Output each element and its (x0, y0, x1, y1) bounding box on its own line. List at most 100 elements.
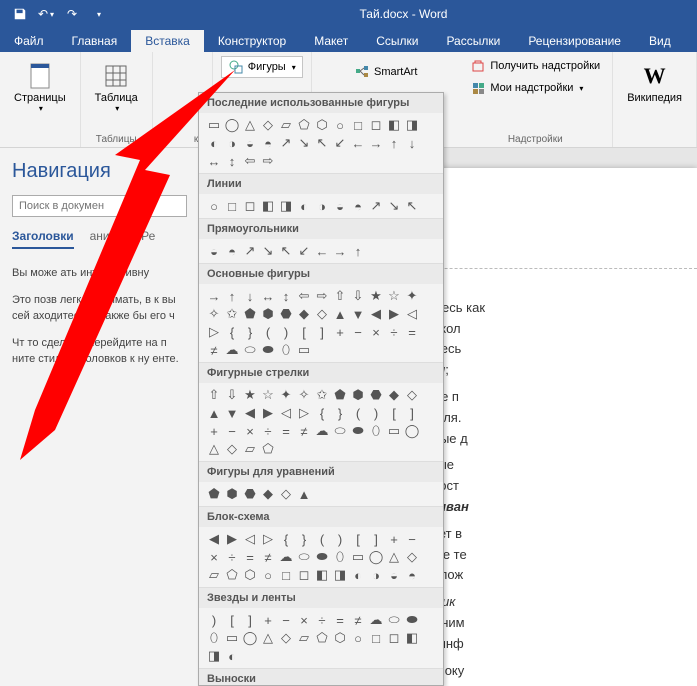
shape-item[interactable]: ◯ (241, 629, 259, 647)
shape-item[interactable]: [ (349, 530, 367, 548)
shape-item[interactable]: ▭ (205, 116, 223, 134)
shape-item[interactable]: ⇦ (241, 152, 259, 170)
nav-tab-results[interactable]: Ре (141, 229, 155, 249)
shape-item[interactable]: } (241, 323, 259, 341)
shape-item[interactable]: ✩ (223, 305, 241, 323)
table-button[interactable]: Таблица ▾ (89, 56, 144, 117)
shape-item[interactable]: ◇ (277, 629, 295, 647)
shape-item[interactable]: ⬬ (313, 548, 331, 566)
shape-item[interactable]: ↑ (223, 287, 241, 305)
shape-item[interactable]: ≠ (259, 548, 277, 566)
shape-item[interactable]: { (313, 404, 331, 422)
shape-item[interactable]: } (295, 530, 313, 548)
shape-item[interactable]: ⬠ (313, 629, 331, 647)
shape-item[interactable]: ↘ (295, 134, 313, 152)
shape-item[interactable]: ◻ (385, 629, 403, 647)
shape-item[interactable]: ↕ (277, 287, 295, 305)
shape-item[interactable]: ◀ (205, 530, 223, 548)
shape-item[interactable]: ▱ (205, 566, 223, 584)
shape-item[interactable]: ↙ (331, 134, 349, 152)
shape-item[interactable]: ⬭ (241, 341, 259, 359)
shape-item[interactable]: + (259, 611, 277, 629)
shape-item[interactable]: ÷ (313, 611, 331, 629)
shape-item[interactable]: ⬣ (241, 485, 259, 503)
shape-item[interactable]: − (403, 530, 421, 548)
shape-item[interactable]: ◓ (403, 566, 421, 584)
shape-item[interactable]: ◐ (295, 197, 313, 215)
shape-item[interactable]: ⬡ (313, 116, 331, 134)
shape-item[interactable]: ⬭ (295, 548, 313, 566)
shape-item[interactable]: ▱ (241, 440, 259, 458)
shape-item[interactable]: ◇ (403, 386, 421, 404)
shape-item[interactable]: ▭ (223, 629, 241, 647)
shape-item[interactable]: ◓ (223, 242, 241, 260)
shape-item[interactable]: ◒ (241, 134, 259, 152)
shape-item[interactable]: − (349, 323, 367, 341)
shape-item[interactable]: ✦ (403, 287, 421, 305)
shape-item[interactable]: ↔ (259, 287, 277, 305)
shape-item[interactable]: ☆ (259, 386, 277, 404)
shapes-button[interactable]: Фигуры ▾ (221, 56, 303, 78)
shape-item[interactable]: ⬣ (277, 305, 295, 323)
shape-item[interactable]: ▱ (295, 629, 313, 647)
shapes-dropdown[interactable]: Последние использованные фигуры▭◯△◇▱⬠⬡○□… (198, 92, 444, 686)
shape-item[interactable]: ◓ (259, 134, 277, 152)
shape-item[interactable]: ○ (205, 197, 223, 215)
shape-item[interactable]: ◨ (277, 197, 295, 215)
shape-item[interactable]: ≠ (349, 611, 367, 629)
shape-item[interactable]: ▷ (205, 323, 223, 341)
shape-item[interactable]: ◀ (241, 404, 259, 422)
nav-tab-headings[interactable]: Заголовки (12, 229, 74, 249)
shape-item[interactable]: ★ (241, 386, 259, 404)
shape-item[interactable]: ◨ (331, 566, 349, 584)
shape-item[interactable]: ⬠ (259, 440, 277, 458)
shape-item[interactable]: ↔ (205, 152, 223, 170)
shape-item[interactable]: ⬬ (259, 341, 277, 359)
tab-file[interactable]: Файл (0, 30, 58, 52)
shape-item[interactable]: ] (367, 530, 385, 548)
shape-item[interactable]: ☁ (367, 611, 385, 629)
redo-button[interactable]: ↷ (60, 2, 84, 26)
shape-item[interactable]: ★ (367, 287, 385, 305)
shape-item[interactable]: ↘ (385, 197, 403, 215)
shape-item[interactable]: ◯ (403, 422, 421, 440)
shape-item[interactable]: □ (367, 629, 385, 647)
shape-item[interactable]: ▶ (385, 305, 403, 323)
shape-item[interactable]: ↗ (277, 134, 295, 152)
shape-item[interactable]: ▷ (259, 530, 277, 548)
shape-item[interactable]: ◆ (385, 386, 403, 404)
shape-item[interactable]: ▲ (205, 404, 223, 422)
shape-item[interactable]: ☁ (277, 548, 295, 566)
shape-item[interactable]: ✧ (205, 305, 223, 323)
shape-item[interactable]: ÷ (259, 422, 277, 440)
shape-item[interactable]: ÷ (385, 323, 403, 341)
shape-item[interactable]: [ (223, 611, 241, 629)
shape-item[interactable]: ⇩ (223, 386, 241, 404)
shape-item[interactable]: ↖ (403, 197, 421, 215)
shape-item[interactable]: } (331, 404, 349, 422)
shape-item[interactable]: ⬯ (277, 341, 295, 359)
shape-item[interactable]: ▶ (259, 404, 277, 422)
shape-item[interactable]: ◁ (403, 305, 421, 323)
shape-item[interactable]: ( (349, 404, 367, 422)
shape-item[interactable]: ↙ (295, 242, 313, 260)
shape-item[interactable]: ◧ (313, 566, 331, 584)
shape-item[interactable]: ⬢ (349, 386, 367, 404)
shape-item[interactable]: ] (403, 404, 421, 422)
shape-item[interactable]: ◧ (259, 197, 277, 215)
shape-item[interactable]: ( (313, 530, 331, 548)
shape-item[interactable]: ◇ (259, 116, 277, 134)
shape-item[interactable]: ○ (349, 629, 367, 647)
undo-button[interactable]: ↶▾ (34, 2, 58, 26)
nav-search-input[interactable] (12, 195, 187, 217)
qat-customize-button[interactable]: ▾ (86, 2, 110, 26)
shape-item[interactable]: ✩ (313, 386, 331, 404)
shape-item[interactable]: ⬢ (223, 485, 241, 503)
shape-item[interactable]: ▷ (295, 404, 313, 422)
shape-item[interactable]: ⬢ (259, 305, 277, 323)
shape-item[interactable]: ☁ (223, 341, 241, 359)
shape-item[interactable]: ↗ (367, 197, 385, 215)
shape-item[interactable]: ) (331, 530, 349, 548)
shape-item[interactable]: ✧ (295, 386, 313, 404)
shape-item[interactable]: □ (349, 116, 367, 134)
